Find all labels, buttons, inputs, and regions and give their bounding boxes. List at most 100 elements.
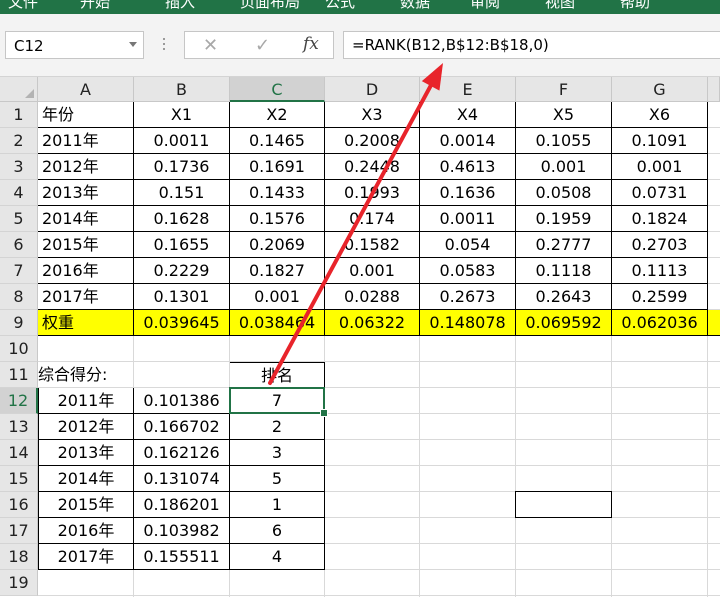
table-cell[interactable]: 2012年 bbox=[38, 154, 134, 180]
score-value-cell[interactable]: 0.101386 bbox=[134, 388, 230, 414]
score-value-cell[interactable]: 0.166702 bbox=[134, 414, 230, 440]
table-cell[interactable]: 2016年 bbox=[38, 258, 134, 284]
score-year-cell[interactable]: 2011年 bbox=[38, 388, 134, 414]
table-cell[interactable]: 0.2069 bbox=[230, 232, 325, 258]
rank-cell[interactable]: 2 bbox=[230, 414, 325, 440]
row-header-5[interactable]: 5 bbox=[0, 206, 38, 232]
score-year-cell[interactable]: 2016年 bbox=[38, 518, 134, 544]
table-cell[interactable]: 0.2599 bbox=[612, 284, 708, 310]
score-value-cell[interactable]: 0.131074 bbox=[134, 466, 230, 492]
rank-cell[interactable]: 7 bbox=[230, 388, 325, 414]
table-cell[interactable]: 0.1824 bbox=[612, 206, 708, 232]
table-cell[interactable]: 0.1055 bbox=[516, 128, 612, 154]
table-cell[interactable]: 0.1691 bbox=[230, 154, 325, 180]
fill-handle[interactable] bbox=[320, 409, 328, 417]
insert-function-icon[interactable]: fx bbox=[303, 34, 319, 54]
table-cell[interactable]: 0.1118 bbox=[516, 258, 612, 284]
table-cell[interactable]: 0.0014 bbox=[420, 128, 516, 154]
rank-header[interactable]: 排名 bbox=[230, 362, 325, 388]
table-cell[interactable]: 0.1301 bbox=[134, 284, 230, 310]
table-header-cell[interactable]: X3 bbox=[325, 102, 420, 128]
table-cell[interactable]: 0.2643 bbox=[516, 284, 612, 310]
weight-cell[interactable]: 0.148078 bbox=[420, 310, 516, 336]
row-header-15[interactable]: 15 bbox=[0, 466, 38, 492]
table-cell[interactable]: 0.1628 bbox=[134, 206, 230, 232]
row-header-1[interactable]: 1 bbox=[0, 102, 38, 128]
score-label[interactable]: 综合得分: bbox=[38, 362, 134, 388]
table-cell[interactable]: 0.1433 bbox=[230, 180, 325, 206]
table-cell[interactable]: 0.174 bbox=[325, 206, 420, 232]
weight-cell-overflow[interactable] bbox=[708, 310, 720, 336]
table-cell[interactable]: 0.001 bbox=[325, 258, 420, 284]
row-header-3[interactable]: 3 bbox=[0, 154, 38, 180]
column-header-d[interactable]: D bbox=[325, 77, 420, 102]
rank-cell[interactable]: 3 bbox=[230, 440, 325, 466]
row-header-9[interactable]: 9 bbox=[0, 310, 38, 336]
enter-icon[interactable]: ✓ bbox=[255, 35, 270, 56]
column-header-e[interactable]: E bbox=[420, 77, 516, 102]
row-header-12[interactable]: 12 bbox=[0, 388, 38, 414]
table-cell[interactable]: 0.2703 bbox=[612, 232, 708, 258]
weight-cell[interactable]: 0.038464 bbox=[230, 310, 325, 336]
column-header-partial[interactable] bbox=[708, 77, 720, 102]
ribbon-tab[interactable]: 数据 bbox=[400, 0, 430, 12]
row-header-19[interactable]: 19 bbox=[0, 570, 38, 596]
weight-cell[interactable]: 权重 bbox=[38, 310, 134, 336]
table-cell[interactable]: 0.1582 bbox=[325, 232, 420, 258]
table-cell[interactable]: 0.4613 bbox=[420, 154, 516, 180]
table-cell[interactable]: 0.151 bbox=[134, 180, 230, 206]
row-header-8[interactable]: 8 bbox=[0, 284, 38, 310]
table-cell[interactable]: 0.2673 bbox=[420, 284, 516, 310]
select-all-corner[interactable] bbox=[0, 77, 38, 102]
table-cell[interactable]: 0.1959 bbox=[516, 206, 612, 232]
cancel-icon[interactable]: ✕ bbox=[203, 35, 218, 56]
ribbon-tab[interactable]: 帮助 bbox=[620, 0, 650, 12]
table-cell[interactable]: 2017年 bbox=[38, 284, 134, 310]
score-year-cell[interactable]: 2017年 bbox=[38, 544, 134, 570]
weight-cell[interactable]: 0.069592 bbox=[516, 310, 612, 336]
table-header-cell[interactable]: X6 bbox=[612, 102, 708, 128]
table-cell[interactable]: 2014年 bbox=[38, 206, 134, 232]
table-cell[interactable]: 0.1993 bbox=[325, 180, 420, 206]
column-header-b[interactable]: B bbox=[134, 77, 230, 102]
weight-cell[interactable]: 0.039645 bbox=[134, 310, 230, 336]
name-box[interactable]: C12 bbox=[5, 31, 144, 59]
ribbon-tab[interactable]: 开始 bbox=[80, 0, 110, 12]
table-cell[interactable]: 0.1655 bbox=[134, 232, 230, 258]
score-value-cell[interactable]: 0.103982 bbox=[134, 518, 230, 544]
table-cell[interactable]: 0.054 bbox=[420, 232, 516, 258]
ribbon-tab[interactable]: 公式 bbox=[325, 0, 355, 12]
rank-cell[interactable]: 4 bbox=[230, 544, 325, 570]
table-cell[interactable]: 0.0011 bbox=[420, 206, 516, 232]
row-header-10[interactable]: 10 bbox=[0, 336, 38, 362]
rank-cell[interactable]: 1 bbox=[230, 492, 325, 518]
weight-cell[interactable]: 0.06322 bbox=[325, 310, 420, 336]
score-value-cell[interactable]: 0.186201 bbox=[134, 492, 230, 518]
table-header-cell[interactable]: X4 bbox=[420, 102, 516, 128]
table-cell[interactable]: 2011年 bbox=[38, 128, 134, 154]
column-header-f[interactable]: F bbox=[516, 77, 612, 102]
row-header-18[interactable]: 18 bbox=[0, 544, 38, 570]
table-cell[interactable]: 0.001 bbox=[516, 154, 612, 180]
row-header-14[interactable]: 14 bbox=[0, 440, 38, 466]
weight-cell[interactable]: 0.062036 bbox=[612, 310, 708, 336]
rank-cell[interactable]: 6 bbox=[230, 518, 325, 544]
table-cell[interactable]: 2015年 bbox=[38, 232, 134, 258]
table-cell[interactable]: 0.001 bbox=[612, 154, 708, 180]
chevron-down-icon[interactable] bbox=[129, 42, 137, 47]
row-header-17[interactable]: 17 bbox=[0, 518, 38, 544]
table-cell[interactable]: 0.2777 bbox=[516, 232, 612, 258]
ribbon-tab[interactable]: 视图 bbox=[545, 0, 575, 12]
score-year-cell[interactable]: 2012年 bbox=[38, 414, 134, 440]
table-cell[interactable]: 0.0583 bbox=[420, 258, 516, 284]
table-header-cell[interactable]: X1 bbox=[134, 102, 230, 128]
score-value-cell[interactable]: 0.162126 bbox=[134, 440, 230, 466]
table-cell[interactable]: 0.0731 bbox=[612, 180, 708, 206]
table-cell[interactable]: 2013年 bbox=[38, 180, 134, 206]
score-year-cell[interactable]: 2015年 bbox=[38, 492, 134, 518]
table-header-cell[interactable]: X2 bbox=[230, 102, 325, 128]
table-cell[interactable]: 0.0288 bbox=[325, 284, 420, 310]
table-cell[interactable]: 0.1576 bbox=[230, 206, 325, 232]
row-header-13[interactable]: 13 bbox=[0, 414, 38, 440]
ribbon-tab[interactable]: 页面布局 bbox=[240, 0, 300, 12]
